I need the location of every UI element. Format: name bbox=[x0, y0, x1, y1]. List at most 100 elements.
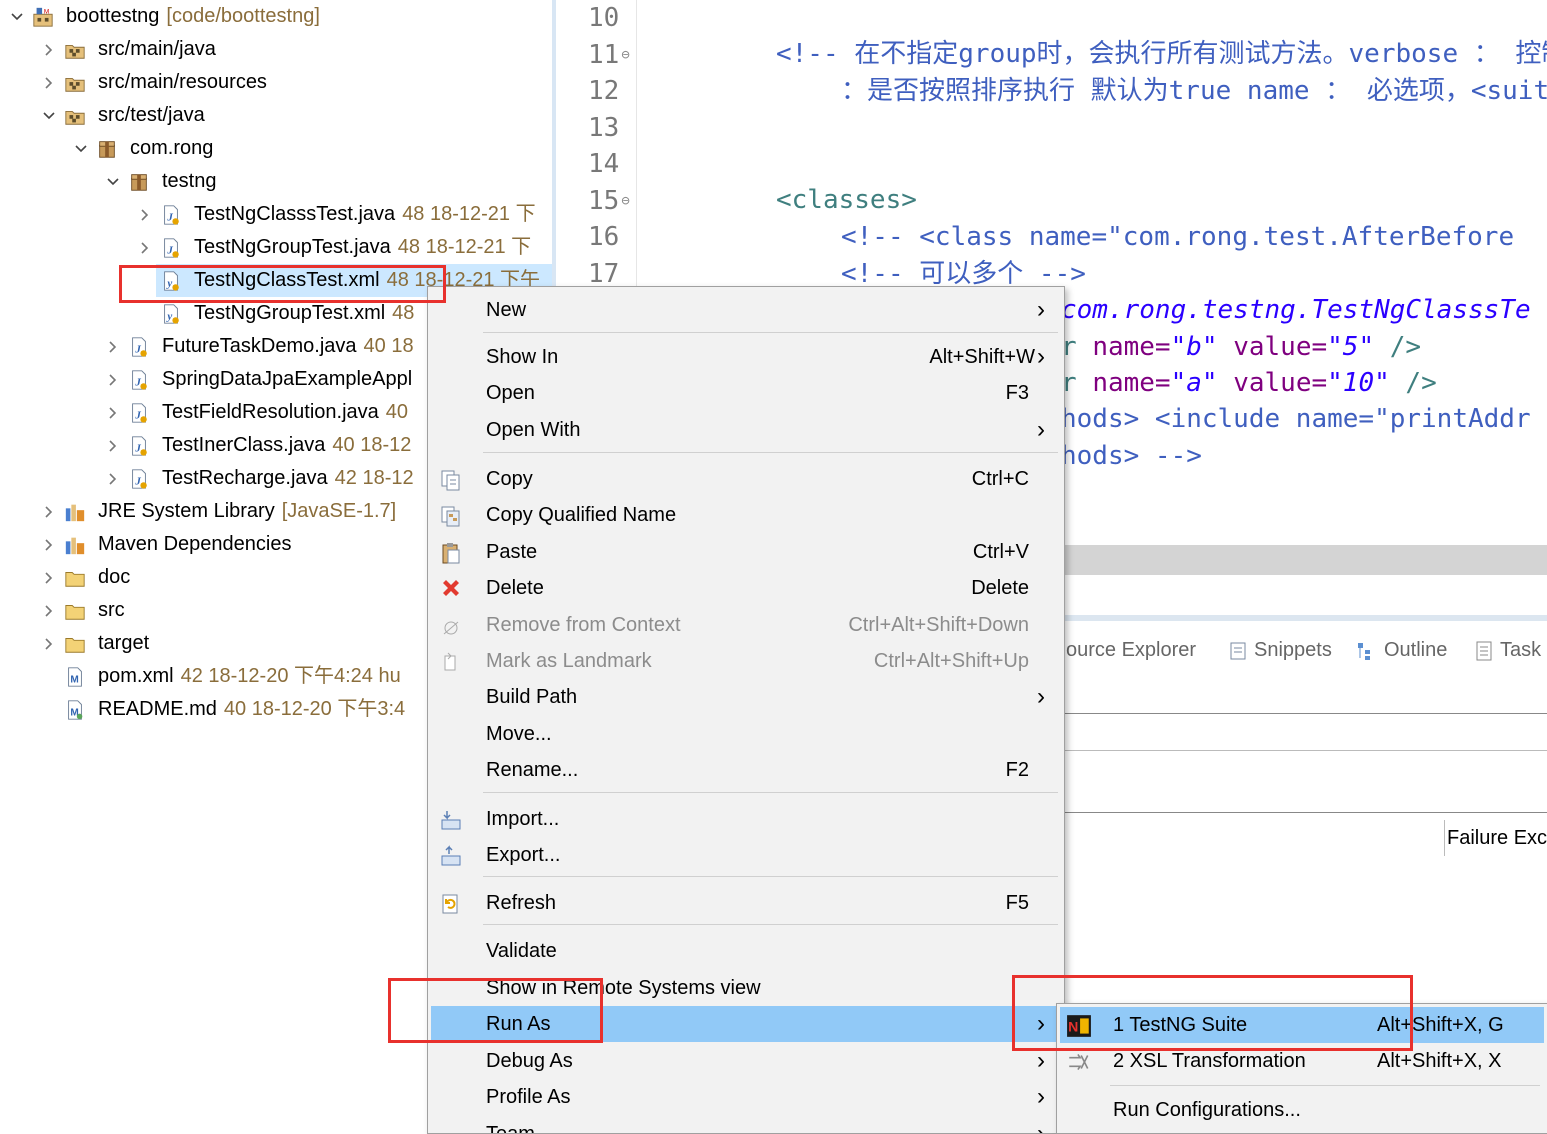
tree-toggle[interactable] bbox=[42, 66, 56, 99]
failure-exception-header[interactable]: Failure Exc bbox=[1444, 820, 1547, 856]
markdown-file-icon: M bbox=[68, 700, 83, 720]
tree-toggle[interactable] bbox=[106, 396, 120, 429]
tree-toggle[interactable] bbox=[42, 33, 56, 66]
chevron-down-icon[interactable] bbox=[42, 109, 56, 123]
chevron-right-icon[interactable] bbox=[42, 538, 56, 552]
tree-toggle[interactable] bbox=[106, 462, 120, 495]
tree-toggle[interactable] bbox=[106, 363, 120, 396]
menu-item-rename[interactable]: Rename... F2 bbox=[431, 752, 1059, 788]
menu-item-label: New bbox=[486, 299, 527, 321]
chevron-down-icon[interactable] bbox=[106, 175, 120, 189]
tree-item[interactable]: Mboottestng [code/boottestng] bbox=[0, 0, 556, 33]
menu-item-show-in[interactable]: Show In Alt+Shift+W › bbox=[431, 339, 1059, 375]
chevron-right-icon[interactable] bbox=[106, 373, 120, 387]
tree-item-name: doc bbox=[98, 566, 131, 588]
menu-item-move[interactable]: Move... bbox=[431, 716, 1059, 752]
fold-toggle-icon[interactable]: ⊖ bbox=[621, 47, 629, 63]
menu-item-shortcut: Ctrl+Alt+Shift+Down bbox=[848, 614, 1029, 636]
menu-item-paste[interactable]: Paste Ctrl+V bbox=[431, 534, 1059, 570]
menu-separator bbox=[483, 876, 1058, 877]
tree-toggle[interactable] bbox=[42, 495, 56, 528]
tree-toggle[interactable] bbox=[106, 429, 120, 462]
menu-item-shortcut: Ctrl+Alt+Shift+Up bbox=[873, 650, 1029, 672]
tree-toggle[interactable] bbox=[74, 132, 88, 165]
menu-item-label: Import... bbox=[486, 808, 560, 830]
menu-item-label: Export... bbox=[486, 844, 561, 866]
menu-item-new[interactable]: New › bbox=[431, 292, 1059, 328]
tree-toggle[interactable] bbox=[138, 198, 152, 231]
menu-item-copy[interactable]: Copy Ctrl+C bbox=[431, 461, 1059, 497]
submenu-item-2-xsl-transformation[interactable]: 2 XSL Transformation Alt+Shift+X, X bbox=[1060, 1043, 1544, 1079]
menu-item-show-in-remote-systems-view[interactable]: Show in Remote Systems view bbox=[431, 970, 1059, 1006]
tab-tasks[interactable]: Task bbox=[1474, 635, 1541, 665]
tree-item[interactable]: J TestNgGroupTest.java 48 18-12-21 下 bbox=[0, 231, 556, 264]
tree-toggle[interactable] bbox=[42, 99, 56, 132]
library-icon bbox=[65, 537, 85, 555]
java-file-icon: J bbox=[132, 370, 147, 390]
fold-toggle-icon[interactable]: ⊖ bbox=[621, 193, 629, 209]
tree-item-name: SpringDataJpaExampleAppl bbox=[162, 368, 413, 390]
tab-resource-explorer[interactable]: ource Explorer bbox=[1066, 635, 1196, 665]
menu-item-open-with[interactable]: Open With › bbox=[431, 412, 1059, 448]
tree-item-icon: J bbox=[128, 402, 150, 424]
menu-item-team[interactable]: Team › bbox=[431, 1116, 1059, 1133]
tree-toggle[interactable] bbox=[42, 528, 56, 561]
submenu-item-1-testng-suite[interactable]: N 1 TestNG Suite Alt+Shift+X, G bbox=[1060, 1007, 1544, 1043]
menu-item-delete[interactable]: Delete Delete bbox=[431, 570, 1059, 606]
menu-item-label: Show in Remote Systems view bbox=[486, 977, 761, 999]
chevron-right-icon[interactable] bbox=[42, 637, 56, 651]
chevron-right-icon[interactable] bbox=[42, 76, 56, 90]
tree-toggle[interactable] bbox=[138, 231, 152, 264]
menu-item-copy-qualified-name[interactable]: Copy Qualified Name bbox=[431, 497, 1059, 533]
tree-item[interactable]: src/main/java bbox=[0, 33, 556, 66]
menu-item-build-path[interactable]: Build Path › bbox=[431, 679, 1059, 715]
refresh-icon bbox=[442, 894, 458, 914]
chevron-right-icon[interactable] bbox=[106, 439, 120, 453]
tree-item[interactable]: com.rong bbox=[0, 132, 556, 165]
chevron-right-icon[interactable] bbox=[42, 505, 56, 519]
tree-item-decoration: [code/boottestng] bbox=[166, 5, 320, 27]
tree-toggle[interactable] bbox=[10, 0, 24, 33]
tree-item[interactable]: J TestNgClasssTest.java 48 18-12-21 下 bbox=[0, 198, 556, 231]
tree-item[interactable]: testng bbox=[0, 165, 556, 198]
xml-file-icon: y bbox=[164, 304, 179, 324]
tree-toggle[interactable] bbox=[106, 165, 120, 198]
menu-item-label: Validate bbox=[486, 940, 557, 962]
code-line-15: <classes> bbox=[776, 185, 917, 215]
menu-item-run-as[interactable]: Run As › bbox=[431, 1006, 1059, 1042]
tree-toggle[interactable] bbox=[42, 627, 56, 660]
menu-item-open[interactable]: Open F3 bbox=[431, 375, 1059, 411]
tab-outline[interactable]: Outline bbox=[1356, 635, 1447, 665]
tree-toggle[interactable] bbox=[42, 561, 56, 594]
chevron-right-icon[interactable] bbox=[42, 604, 56, 618]
tree-toggle[interactable] bbox=[106, 330, 120, 363]
chevron-right-icon[interactable] bbox=[138, 208, 152, 222]
chevron-right-icon[interactable] bbox=[42, 43, 56, 57]
tree-item[interactable]: src/test/java bbox=[0, 99, 556, 132]
menu-item-label: Rename... bbox=[486, 759, 579, 781]
chevron-right-icon[interactable] bbox=[42, 571, 56, 585]
editor-panel-splitter[interactable] bbox=[1064, 545, 1547, 575]
tab-snippets[interactable]: Snippets bbox=[1228, 635, 1332, 665]
tree-item[interactable]: src/main/resources bbox=[0, 66, 556, 99]
chevron-right-icon[interactable] bbox=[106, 340, 120, 354]
chevron-right-icon[interactable] bbox=[106, 406, 120, 420]
chevron-down-icon[interactable] bbox=[74, 142, 88, 156]
menu-item-debug-as[interactable]: Debug As › bbox=[431, 1043, 1059, 1079]
tree-toggle[interactable] bbox=[42, 594, 56, 627]
submenu-item-run-configurations[interactable]: Run Configurations... bbox=[1060, 1092, 1544, 1128]
menu-item-profile-as[interactable]: Profile As › bbox=[431, 1079, 1059, 1115]
chevron-right-icon[interactable] bbox=[138, 241, 152, 255]
menu-item-validate[interactable]: Validate bbox=[431, 933, 1059, 969]
code-attr-value: "a" bbox=[1170, 368, 1218, 398]
menu-item-refresh[interactable]: Refresh F5 bbox=[431, 885, 1059, 921]
svg-text:J: J bbox=[166, 245, 173, 257]
xml-file-icon: y bbox=[164, 271, 179, 291]
chevron-down-icon[interactable] bbox=[10, 10, 24, 24]
menu-item-export[interactable]: Export... bbox=[431, 837, 1059, 873]
submenu-arrow-icon: › bbox=[1037, 343, 1045, 370]
menu-item-icon bbox=[439, 844, 463, 868]
menu-item-import[interactable]: Import... bbox=[431, 801, 1059, 837]
menu-item-label: Debug As bbox=[486, 1050, 573, 1072]
chevron-right-icon[interactable] bbox=[106, 472, 120, 486]
